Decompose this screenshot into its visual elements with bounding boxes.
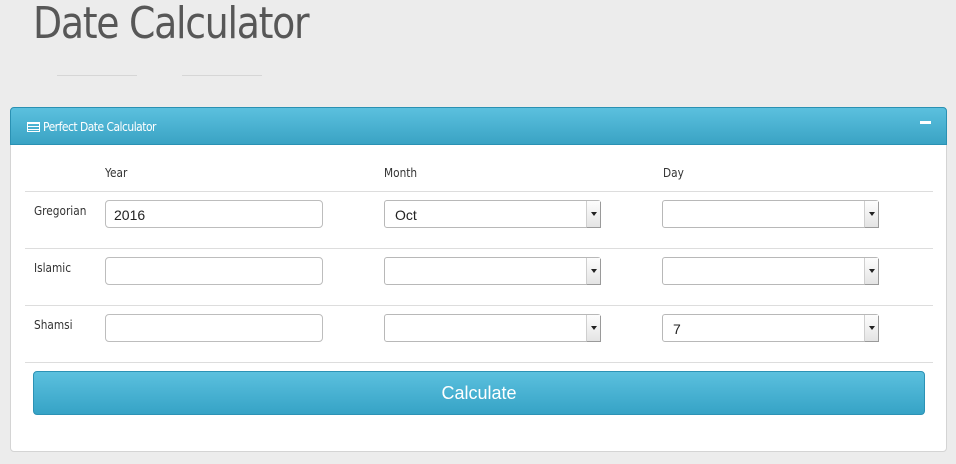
row-label-shamsi: Shamsi [34, 318, 73, 332]
islamic-month-select[interactable] [384, 257, 601, 285]
title-divider [182, 75, 262, 76]
chevron-down-icon [864, 315, 878, 341]
shamsi-year-input[interactable] [105, 314, 323, 342]
gregorian-month-value: Oct [395, 207, 417, 223]
shamsi-day-select[interactable]: 7 [662, 314, 879, 342]
row-divider [25, 305, 933, 306]
chevron-down-icon [864, 258, 878, 284]
title-divider [57, 75, 137, 76]
chevron-down-icon [586, 258, 600, 284]
column-header-day: Day [663, 166, 684, 180]
shamsi-month-select[interactable] [384, 314, 601, 342]
panel-header[interactable]: Perfect Date Calculator [10, 107, 947, 145]
chevron-down-icon [586, 201, 600, 227]
row-label-gregorian: Gregorian [34, 204, 87, 218]
gregorian-day-select[interactable] [662, 200, 879, 228]
page-title: Date Calculator [33, 0, 310, 49]
row-label-islamic: Islamic [34, 261, 72, 275]
chevron-down-icon [586, 315, 600, 341]
islamic-year-input[interactable] [105, 257, 323, 285]
islamic-day-select[interactable] [662, 257, 879, 285]
row-divider [25, 191, 933, 192]
column-header-year: Year [105, 166, 128, 180]
date-calculator-panel: Perfect Date Calculator Year Month Day G… [10, 107, 947, 452]
minus-icon[interactable] [920, 120, 932, 132]
panel-title: Perfect Date Calculator [43, 119, 156, 134]
list-icon [27, 122, 40, 132]
calculate-button[interactable]: Calculate [33, 371, 925, 415]
column-header-month: Month [384, 166, 418, 180]
chevron-down-icon [864, 201, 878, 227]
gregorian-year-input[interactable]: 2016 [105, 200, 323, 228]
row-divider [25, 362, 933, 363]
gregorian-month-select[interactable]: Oct [384, 200, 601, 228]
shamsi-day-value: 7 [673, 321, 681, 337]
row-divider [25, 248, 933, 249]
